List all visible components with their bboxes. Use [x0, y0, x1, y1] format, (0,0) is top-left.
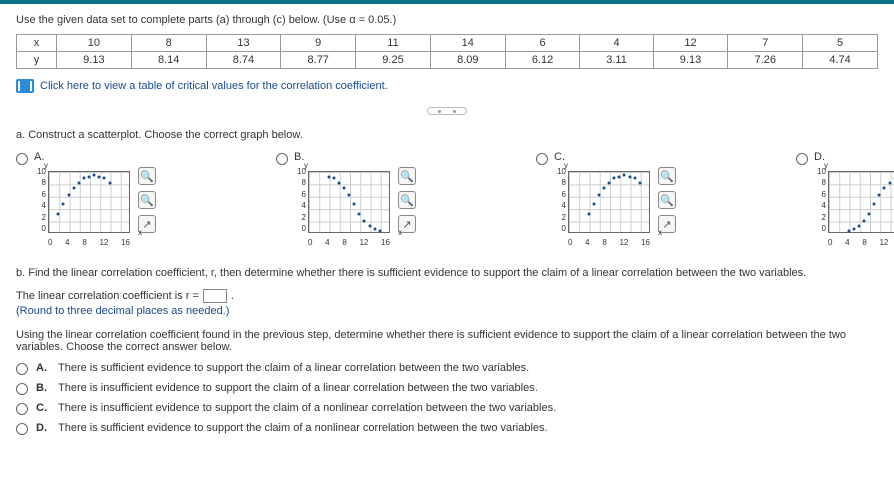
option-A-radio[interactable] [16, 153, 28, 165]
table-cell: 10 [57, 35, 132, 52]
table-cell: 14 [430, 35, 505, 52]
book-icon [16, 79, 34, 93]
critical-values-link[interactable]: Click here to view a table of critical v… [40, 80, 388, 92]
mc-letter: A. [36, 362, 50, 374]
zoom-out-icon[interactable]: 🔍 [398, 191, 416, 209]
round-hint: (Round to three decimal places as needed… [16, 305, 878, 317]
table-cell: 7 [728, 35, 803, 52]
option-label: B. [294, 151, 416, 163]
mc-text: There is sufficient evidence to support … [58, 422, 548, 434]
table-cell: 8.14 [131, 52, 206, 69]
evidence-question: Using the linear correlation coefficient… [16, 329, 878, 353]
table-cell: 8.77 [281, 52, 356, 69]
table-cell: 8 [131, 35, 206, 52]
table-cell: x [17, 35, 57, 52]
option-C-radio[interactable] [536, 153, 548, 165]
table-cell: 5 [803, 35, 878, 52]
mc-text: There is insufficient evidence to suppor… [58, 402, 556, 414]
option-label: A. [34, 151, 156, 163]
zoom-in-icon[interactable]: 🔍 [138, 167, 156, 185]
zoom-in-icon[interactable]: 🔍 [398, 167, 416, 185]
option-B-radio[interactable] [276, 153, 288, 165]
mc-text: There is sufficient evidence to support … [58, 362, 529, 374]
zoom-in-icon[interactable]: 🔍 [658, 167, 676, 185]
coef-label: The linear correlation coefficient is r … [16, 290, 199, 302]
data-table: x1081391114641275 y9.138.148.748.779.258… [16, 34, 878, 69]
option-D-radio[interactable] [796, 153, 808, 165]
zoom-out-icon[interactable]: 🔍 [138, 191, 156, 209]
scatter-A: yx10864200481216 [34, 167, 134, 247]
option-label: C. [554, 151, 676, 163]
table-cell: 3.11 [580, 52, 653, 69]
zoom-out-icon[interactable]: 🔍 [658, 191, 676, 209]
mc-letter: B. [36, 382, 50, 394]
mc-C-radio[interactable] [16, 403, 28, 415]
intro-text: Use the given data set to complete parts… [16, 14, 878, 26]
r-input[interactable] [203, 289, 227, 303]
table-cell: 9.13 [653, 52, 728, 69]
table-cell: 4 [580, 35, 653, 52]
scatter-D: yx10864200481216 [814, 167, 894, 247]
table-cell: 8.09 [430, 52, 505, 69]
expand-toggle[interactable] [427, 107, 467, 115]
scatter-C: yx10864200481216 [554, 167, 654, 247]
scatter-B: yx10864200481216 [294, 167, 394, 247]
table-cell: 6 [505, 35, 580, 52]
table-cell: 13 [206, 35, 281, 52]
part-b-header: b. Find the linear correlation coefficie… [16, 267, 878, 279]
table-cell: 8.74 [206, 52, 281, 69]
mc-text: There is insufficient evidence to suppor… [58, 382, 538, 394]
mc-letter: D. [36, 422, 50, 434]
coef-post: . [231, 290, 234, 302]
table-cell: 9.25 [356, 52, 431, 69]
table-cell: 4.74 [803, 52, 878, 69]
mc-B-radio[interactable] [16, 383, 28, 395]
table-cell: 6.12 [505, 52, 580, 69]
table-cell: y [17, 52, 57, 69]
table-cell: 9 [281, 35, 356, 52]
part-a-header: a. Construct a scatterplot. Choose the c… [16, 129, 878, 141]
table-cell: 7.26 [728, 52, 803, 69]
mc-A-radio[interactable] [16, 363, 28, 375]
mc-D-radio[interactable] [16, 423, 28, 435]
table-cell: 12 [653, 35, 728, 52]
mc-letter: C. [36, 402, 50, 414]
table-cell: 9.13 [57, 52, 132, 69]
table-cell: 11 [356, 35, 431, 52]
